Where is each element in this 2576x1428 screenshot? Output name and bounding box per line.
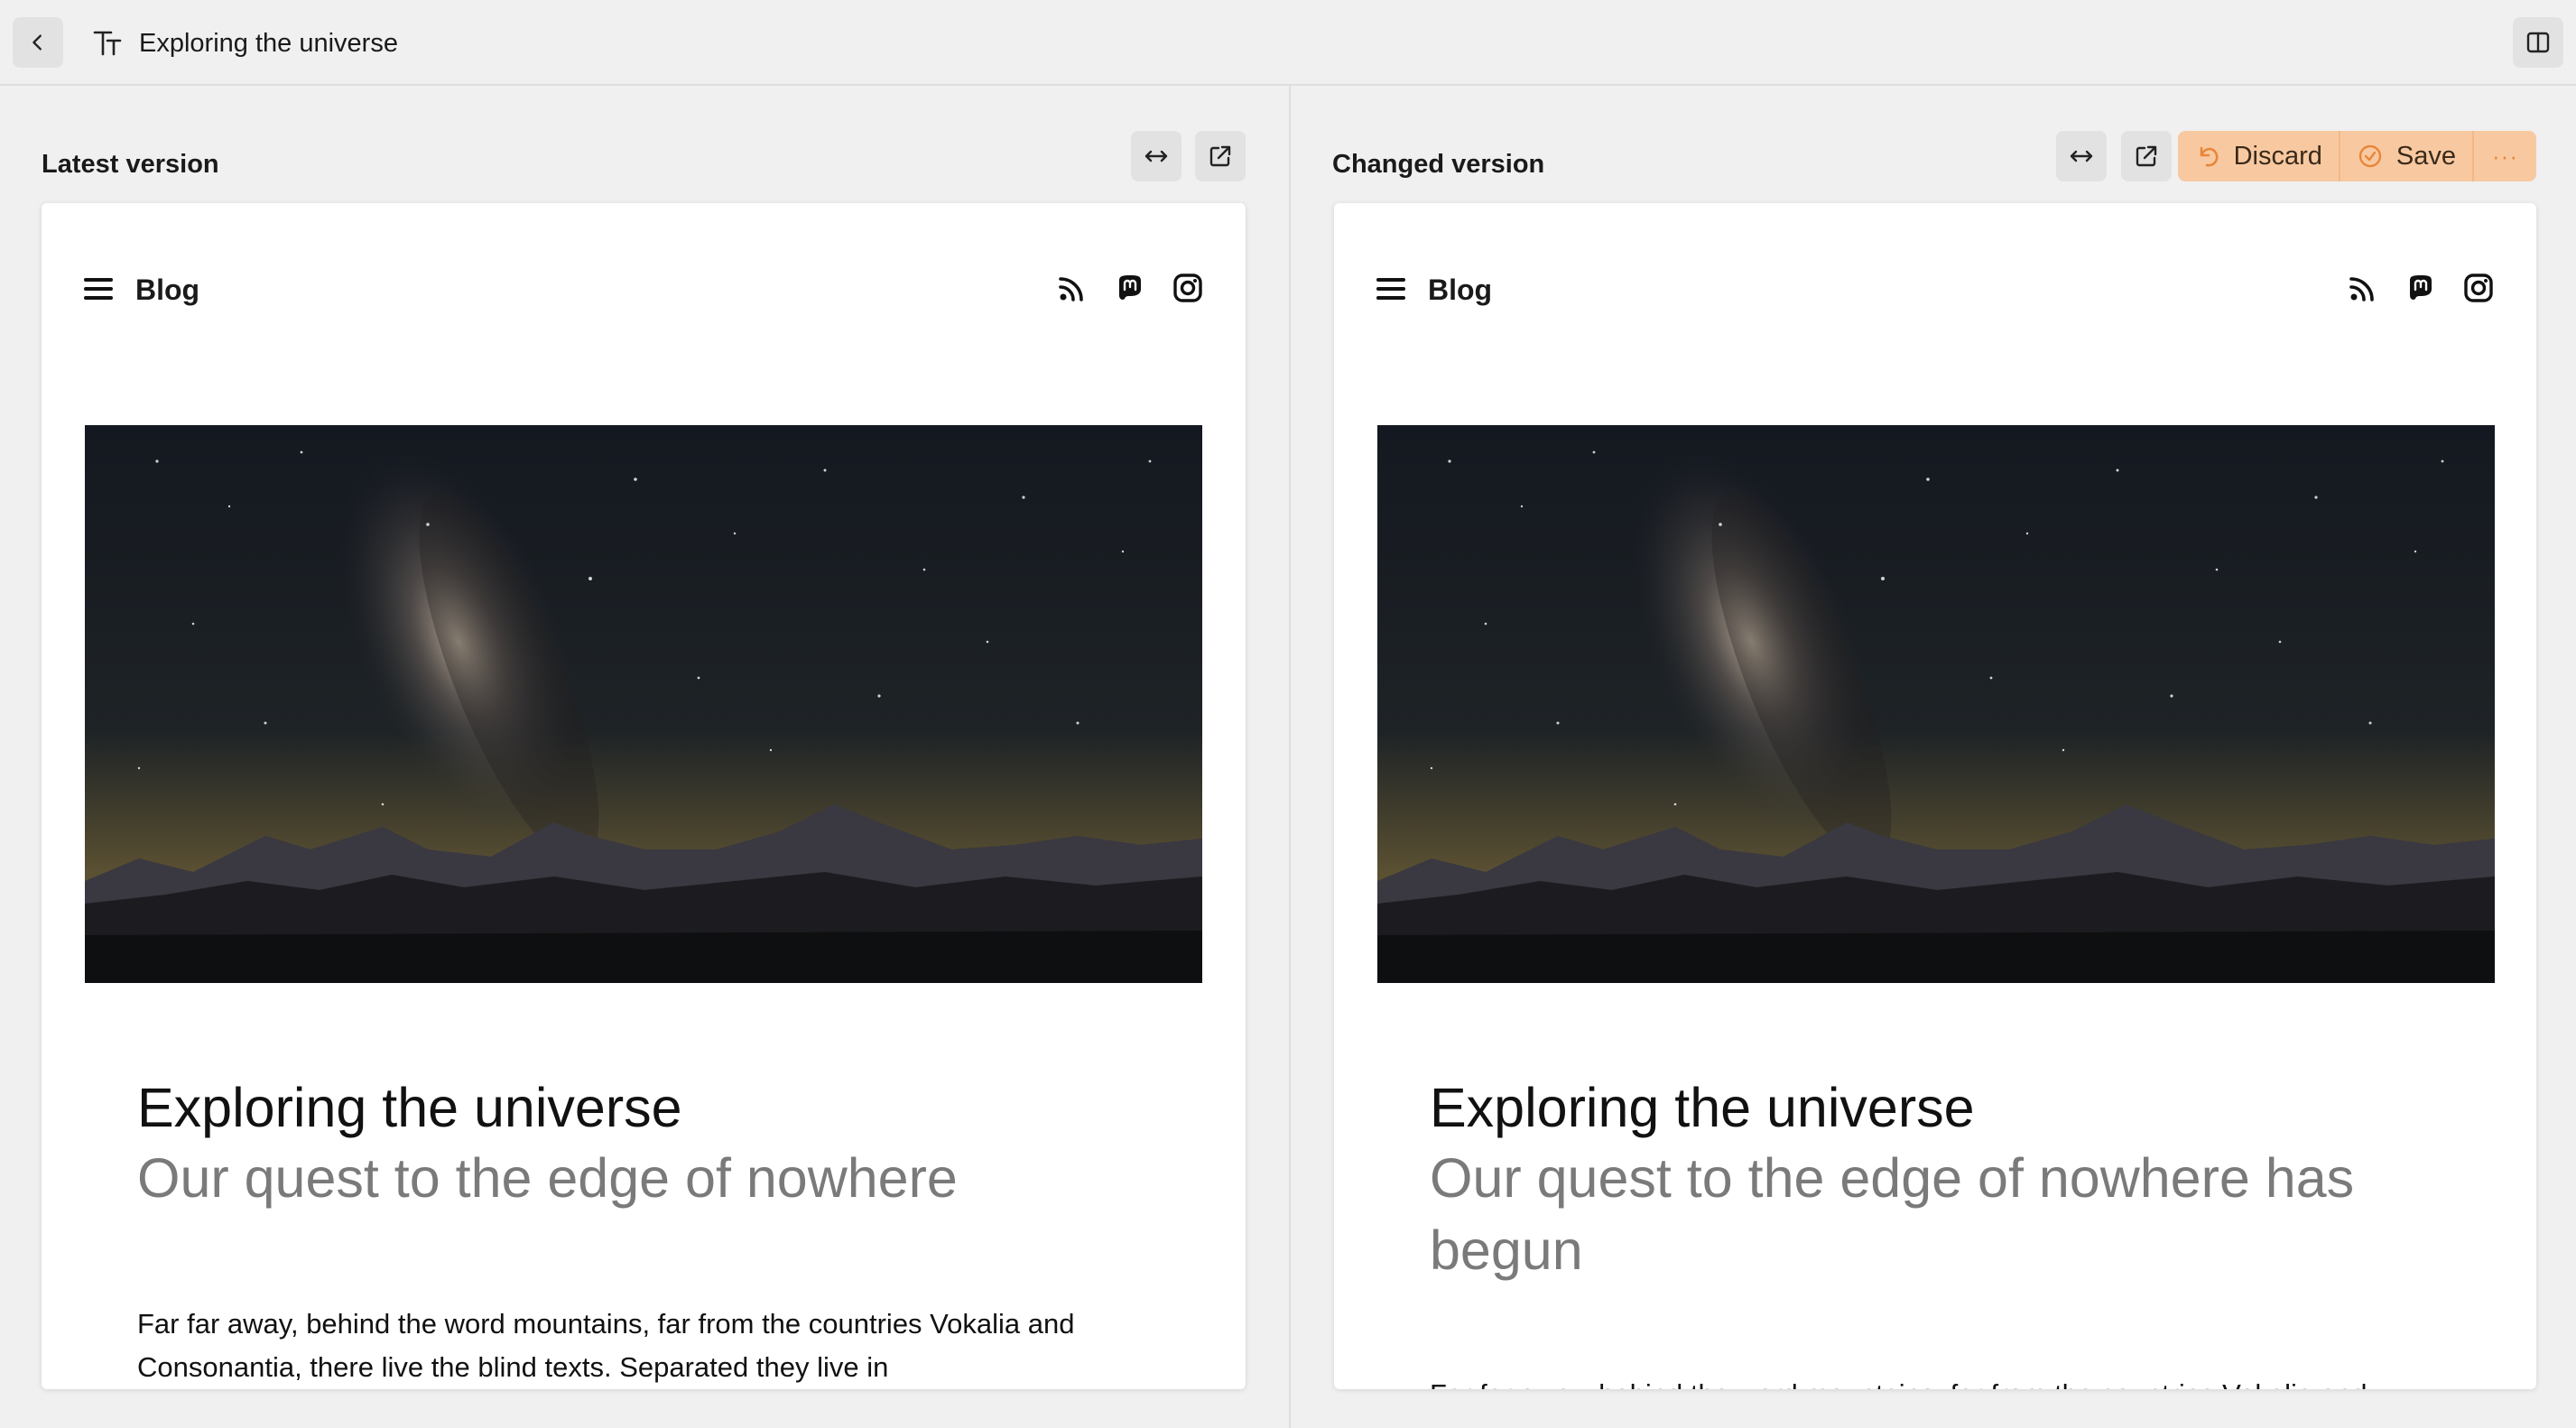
menu-icon[interactable] bbox=[1376, 274, 1406, 304]
fit-width-button[interactable] bbox=[2056, 131, 2107, 181]
blog-brand[interactable]: Blog bbox=[1428, 272, 1492, 308]
external-link-icon bbox=[1209, 145, 1231, 167]
more-options-button[interactable]: ··· bbox=[2474, 131, 2536, 181]
menu-icon[interactable] bbox=[83, 274, 114, 304]
mastodon-icon[interactable] bbox=[2405, 272, 2437, 304]
post-body: Far far away, behind the word mountains,… bbox=[137, 1308, 1075, 1383]
external-link-icon bbox=[2136, 145, 2157, 167]
mastodon-icon[interactable] bbox=[1114, 272, 1146, 304]
hero-image bbox=[1377, 425, 2495, 983]
latest-version-pane: Latest version Blog Exploring the univer… bbox=[0, 86, 1289, 1428]
more-icon: ··· bbox=[2492, 142, 2518, 170]
instagram-icon[interactable] bbox=[1172, 272, 1204, 304]
open-external-button[interactable] bbox=[1195, 131, 1246, 181]
arrows-horizontal-icon bbox=[1144, 150, 1168, 162]
split-view-icon bbox=[2526, 32, 2550, 53]
pane-heading: Changed version bbox=[1332, 150, 1545, 179]
preview-card: Blog Exploring the universe Our quest to… bbox=[42, 203, 1246, 1389]
post-subtitle: Our quest to the edge of nowhere has beg… bbox=[1430, 1147, 2355, 1281]
post-title: Exploring the universe bbox=[1430, 1077, 1975, 1138]
save-button[interactable]: Save bbox=[2340, 131, 2475, 181]
changed-version-pane: Changed version Discard Save ··· Blog Ex… bbox=[1291, 86, 2576, 1428]
blog-navbar: Blog bbox=[1376, 263, 2495, 317]
pane-heading: Latest version bbox=[42, 150, 219, 179]
rss-icon[interactable] bbox=[1056, 272, 1089, 304]
discard-button[interactable]: Discard bbox=[2178, 131, 2340, 181]
social-links bbox=[1056, 272, 1204, 304]
top-bar: Exploring the universe bbox=[0, 0, 2576, 86]
save-label: Save bbox=[2395, 141, 2457, 171]
instagram-icon[interactable] bbox=[2462, 272, 2495, 304]
blog-navbar: Blog bbox=[83, 263, 1204, 317]
post-title: Exploring the universe bbox=[137, 1077, 682, 1138]
undo-icon bbox=[2200, 146, 2219, 167]
text-size-icon bbox=[93, 31, 122, 56]
arrows-horizontal-icon bbox=[2070, 150, 2093, 162]
hero-image bbox=[85, 425, 1202, 983]
chevron-left-icon bbox=[32, 34, 42, 51]
document-title: Exploring the universe bbox=[139, 29, 398, 58]
change-actions: Discard Save ··· bbox=[2177, 131, 2536, 181]
post-subtitle: Our quest to the edge of nowhere bbox=[137, 1147, 958, 1209]
post-body: Far far away, behind the word mountains,… bbox=[1430, 1373, 2477, 1389]
blog-brand[interactable]: Blog bbox=[135, 272, 199, 308]
split-view-button[interactable] bbox=[2513, 17, 2563, 68]
fit-width-button[interactable] bbox=[1131, 131, 1181, 181]
check-circle-icon bbox=[2358, 144, 2382, 168]
back-button[interactable] bbox=[13, 17, 63, 68]
rss-icon[interactable] bbox=[2347, 272, 2379, 304]
discard-label: Discard bbox=[2233, 141, 2322, 171]
open-external-button[interactable] bbox=[2121, 131, 2172, 181]
social-links bbox=[2347, 272, 2495, 304]
preview-card: Blog Exploring the universe Our quest to… bbox=[1334, 203, 2536, 1389]
